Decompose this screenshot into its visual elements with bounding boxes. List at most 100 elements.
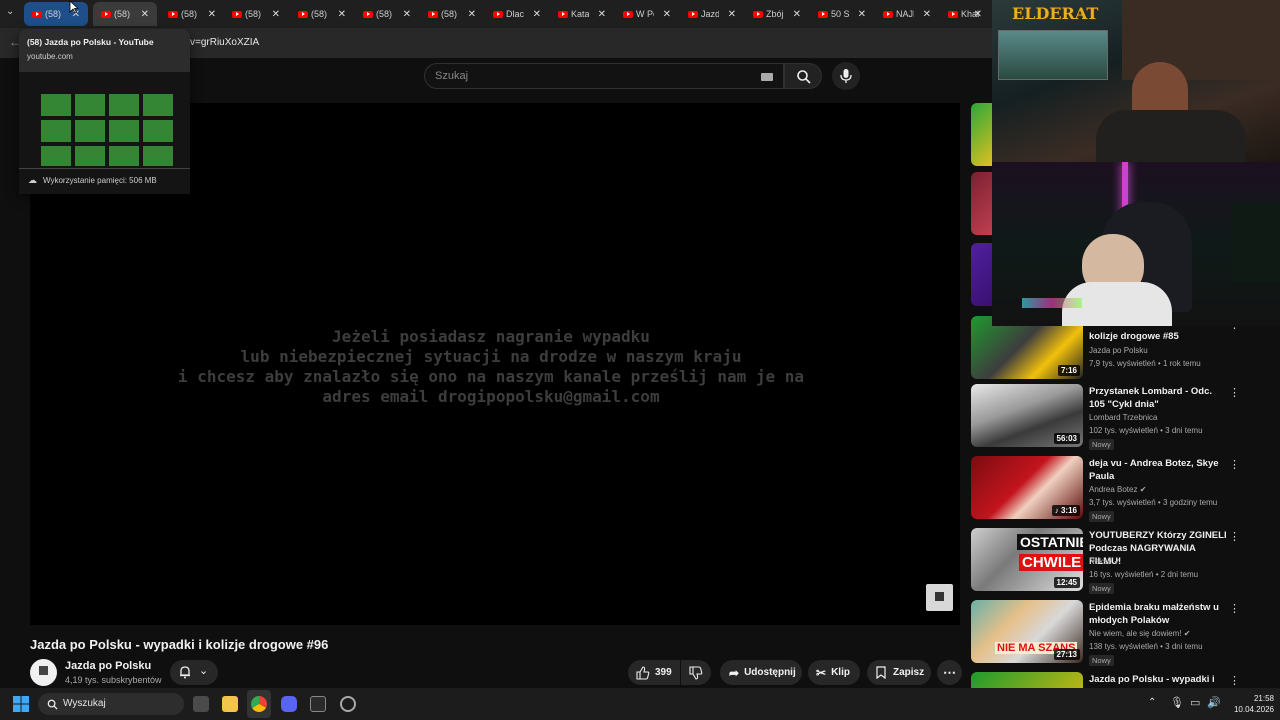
close-tab-icon[interactable]: ✕ (141, 9, 149, 20)
hover-card-divider (19, 168, 190, 169)
recommended-video[interactable]: Jazda po Polsku - wypadki i ⋮ (971, 672, 1251, 688)
close-tab-icon[interactable]: ✕ (598, 9, 606, 20)
close-tab-icon[interactable]: ✕ (974, 9, 982, 20)
save-button[interactable]: Zapisz (867, 660, 931, 685)
video-title[interactable]: deja vu - Andrea Botez, Skye Paula (1089, 457, 1227, 483)
discord-icon[interactable] (281, 696, 297, 712)
video-channel[interactable]: Jazda po Polsku (1089, 346, 1148, 355)
video-thumbnail[interactable]: 56:03 (971, 384, 1083, 447)
browser-tab[interactable]: Jazda ✕ (680, 2, 744, 26)
video-title: Jazda po Polsku - wypadki i kolizje drog… (30, 637, 329, 652)
file-explorer-icon[interactable] (222, 696, 238, 712)
more-vertical-icon[interactable]: ⋮ (1229, 386, 1240, 399)
recommended-video[interactable]: 56:03 Przystanek Lombard - Odc. 105 "Cyk… (971, 384, 1251, 450)
video-title[interactable]: Epidemia braku małżeństw u młodych Polak… (1089, 601, 1227, 627)
system-clock[interactable]: 21:58 10.04.2026 (1222, 693, 1274, 715)
overlay-line: lub niebezpiecznej sytuacji na drodze w … (240, 347, 742, 366)
close-tab-icon[interactable]: ✕ (663, 9, 671, 20)
new-badge: Nowy (1089, 511, 1114, 522)
browser-tab[interactable]: Zbój ✕ (745, 2, 809, 26)
obs-icon[interactable] (340, 696, 356, 712)
browser-tab[interactable]: (58) I ✕ (355, 2, 419, 26)
preview-row-gap (41, 116, 175, 120)
like-button[interactable]: 399 (628, 660, 680, 685)
browser-tab[interactable]: (58) I ✕ (160, 2, 224, 26)
search-button[interactable] (784, 63, 822, 89)
browser-tab[interactable]: Khab✕ (940, 2, 990, 26)
task-view-icon[interactable] (193, 696, 209, 712)
video-thumbnail[interactable]: ♪ 3:16 (971, 456, 1083, 519)
video-title[interactable]: Jazda po Polsku - wypadki i (1089, 673, 1227, 686)
recommended-video[interactable]: NIE MA SZANS 27:13 Epidemia braku małżeń… (971, 600, 1251, 666)
tab-label: (58) I (441, 9, 459, 19)
video-views: 138 tys. wyświetleń • 3 dni temu (1089, 642, 1203, 651)
video-thumbnail[interactable] (971, 672, 1083, 688)
close-tab-icon[interactable]: ✕ (208, 9, 216, 20)
chrome-icon[interactable] (251, 696, 267, 712)
more-vertical-icon[interactable]: ⋮ (1229, 602, 1240, 615)
close-tab-icon[interactable]: ✕ (728, 9, 736, 20)
video-thumbnail[interactable]: OSTATNIE CHWILE 12:45 (971, 528, 1083, 591)
taskbar-search[interactable]: Wyszukaj (38, 693, 184, 715)
video-channel[interactable]: Andrea Botez ✔ (1089, 485, 1146, 494)
video-duration-text: 3:16 (1060, 506, 1077, 515)
app-icon[interactable] (310, 696, 326, 712)
channel-watermark-icon[interactable] (926, 584, 953, 611)
url-text[interactable]: v=grRiuXoXZIA (190, 37, 259, 48)
video-thumbnail[interactable] (971, 243, 993, 306)
more-vertical-icon[interactable]: ⋮ (1229, 674, 1240, 687)
clip-button[interactable]: ✂ Klip (808, 660, 860, 685)
chevron-up-icon[interactable]: ⌃ (1148, 697, 1156, 708)
more-vertical-icon[interactable]: ⋮ (1229, 458, 1240, 471)
browser-tab[interactable]: W Po ✕ (615, 2, 679, 26)
channel-name[interactable]: Jazda po Polsku (65, 660, 151, 672)
browser-tab[interactable]: (58) I ✕ (290, 2, 354, 26)
close-tab-icon[interactable]: ✕ (858, 9, 866, 20)
close-tab-icon[interactable]: ✕ (403, 9, 411, 20)
browser-tab[interactable]: (58) J ✕ (224, 2, 288, 26)
video-title[interactable]: kolizje drogowe #85 (1089, 330, 1227, 343)
youtube-favicon-icon (818, 10, 828, 18)
dislike-button[interactable] (681, 660, 711, 685)
search-input[interactable]: Szukaj (424, 63, 784, 89)
windows-start-icon[interactable] (13, 696, 29, 712)
close-tab-icon[interactable]: ✕ (793, 9, 801, 20)
bell-icon (180, 666, 190, 679)
notifications-button[interactable]: ⌄ (170, 660, 218, 685)
keyboard-icon[interactable] (761, 73, 773, 81)
browser-tab[interactable]: Katas ✕ (550, 2, 614, 26)
recommended-video[interactable]: OSTATNIE CHWILE 12:45 YOUTUBERZY Którzy … (971, 528, 1251, 594)
youtube-favicon-icon (232, 10, 242, 18)
video-thumbnail[interactable]: NIE MA SZANS 27:13 (971, 600, 1083, 663)
network-icon[interactable]: ▭ (1190, 696, 1200, 709)
microphone-tray-icon[interactable]: 🎙 (1170, 696, 1184, 709)
video-thumbnail[interactable] (971, 172, 993, 235)
tab-list-chevron-icon[interactable]: ⌄ (6, 6, 14, 17)
channel-avatar[interactable] (30, 659, 57, 686)
close-tab-icon[interactable]: ✕ (533, 9, 541, 20)
voice-search-button[interactable] (832, 62, 860, 90)
browser-tab[interactable]: NAJK ✕ (875, 2, 939, 26)
browser-tab[interactable]: Dlacz ✕ (485, 2, 549, 26)
video-duration: 7:16 (1057, 365, 1080, 376)
close-tab-icon[interactable]: ✕ (468, 9, 476, 20)
close-tab-icon[interactable]: ✕ (923, 9, 931, 20)
video-views: 16 tys. wyświetleń • 2 dni temu (1089, 570, 1199, 579)
tab-label: (58) I (311, 9, 329, 19)
video-channel[interactable]: Nie wiem, ale się dowiem! ✔ (1089, 629, 1190, 638)
more-actions-button[interactable]: ⋯ (937, 660, 962, 685)
recommended-video[interactable]: ♪ 3:16 deja vu - Andrea Botez, Skye Paul… (971, 456, 1251, 522)
share-button[interactable]: ➦ Udostępnij (720, 660, 802, 685)
video-thumbnail[interactable] (971, 103, 993, 166)
more-vertical-icon[interactable]: ⋮ (1229, 530, 1240, 543)
scissors-icon: ✂ (816, 665, 827, 680)
browser-tab[interactable]: (58) J ✕ (93, 2, 157, 26)
browser-tab[interactable]: 50 Sz ✕ (810, 2, 874, 26)
browser-tab[interactable]: (58) I ✕ (420, 2, 484, 26)
close-tab-icon[interactable]: ✕ (338, 9, 346, 20)
video-channel[interactable]: Lombard Trzebnica (1089, 413, 1157, 422)
volume-icon[interactable]: 🔊 (1207, 696, 1221, 709)
video-channel[interactable]: Neksu ✔ (1089, 557, 1121, 566)
close-tab-icon[interactable]: ✕ (272, 9, 280, 20)
video-title[interactable]: Przystanek Lombard - Odc. 105 "Cykl dnia… (1089, 385, 1227, 411)
